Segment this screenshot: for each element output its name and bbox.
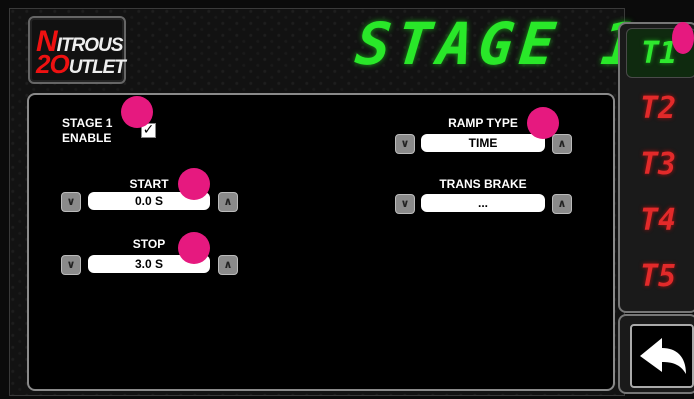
ramp-type-field[interactable]: TIME	[421, 134, 545, 152]
stage-enable-label-line1: STAGE 1	[62, 116, 113, 130]
marker-start	[178, 168, 210, 200]
nitrous-outlet-logo: NITROUS 2OUTLET	[28, 16, 126, 84]
marker-tab-t1	[672, 22, 694, 54]
ramp-type-next-button[interactable]: ∧	[552, 134, 572, 154]
back-button-container	[618, 314, 694, 394]
timer-tabs: T1 T2 T3 T4 T5	[618, 22, 694, 313]
page-title: STAGE 1	[352, 10, 647, 78]
tab-t4[interactable]: T4	[626, 196, 694, 246]
stop-decrement-button[interactable]: ∨	[61, 255, 81, 275]
tab-t5[interactable]: T5	[626, 252, 694, 302]
back-button[interactable]	[630, 324, 694, 388]
marker-ramp-type	[527, 107, 559, 139]
tab-t3[interactable]: T3	[626, 140, 694, 190]
back-arrow-icon	[640, 338, 686, 374]
start-decrement-button[interactable]: ∨	[61, 192, 81, 212]
trans-brake-field[interactable]: ...	[421, 194, 545, 212]
stage-enable-label-line2: ENABLE	[62, 131, 112, 145]
trans-brake-label: TRANS BRAKE	[439, 177, 527, 191]
stop-increment-button[interactable]: ∧	[218, 255, 238, 275]
start-increment-button[interactable]: ∧	[218, 192, 238, 212]
marker-stage-enable	[121, 96, 153, 128]
ramp-type-prev-button[interactable]: ∨	[395, 134, 415, 154]
marker-stop	[178, 232, 210, 264]
tab-t2[interactable]: T2	[626, 84, 694, 134]
trans-brake-next-button[interactable]: ∧	[552, 194, 572, 214]
trans-brake-prev-button[interactable]: ∨	[395, 194, 415, 214]
